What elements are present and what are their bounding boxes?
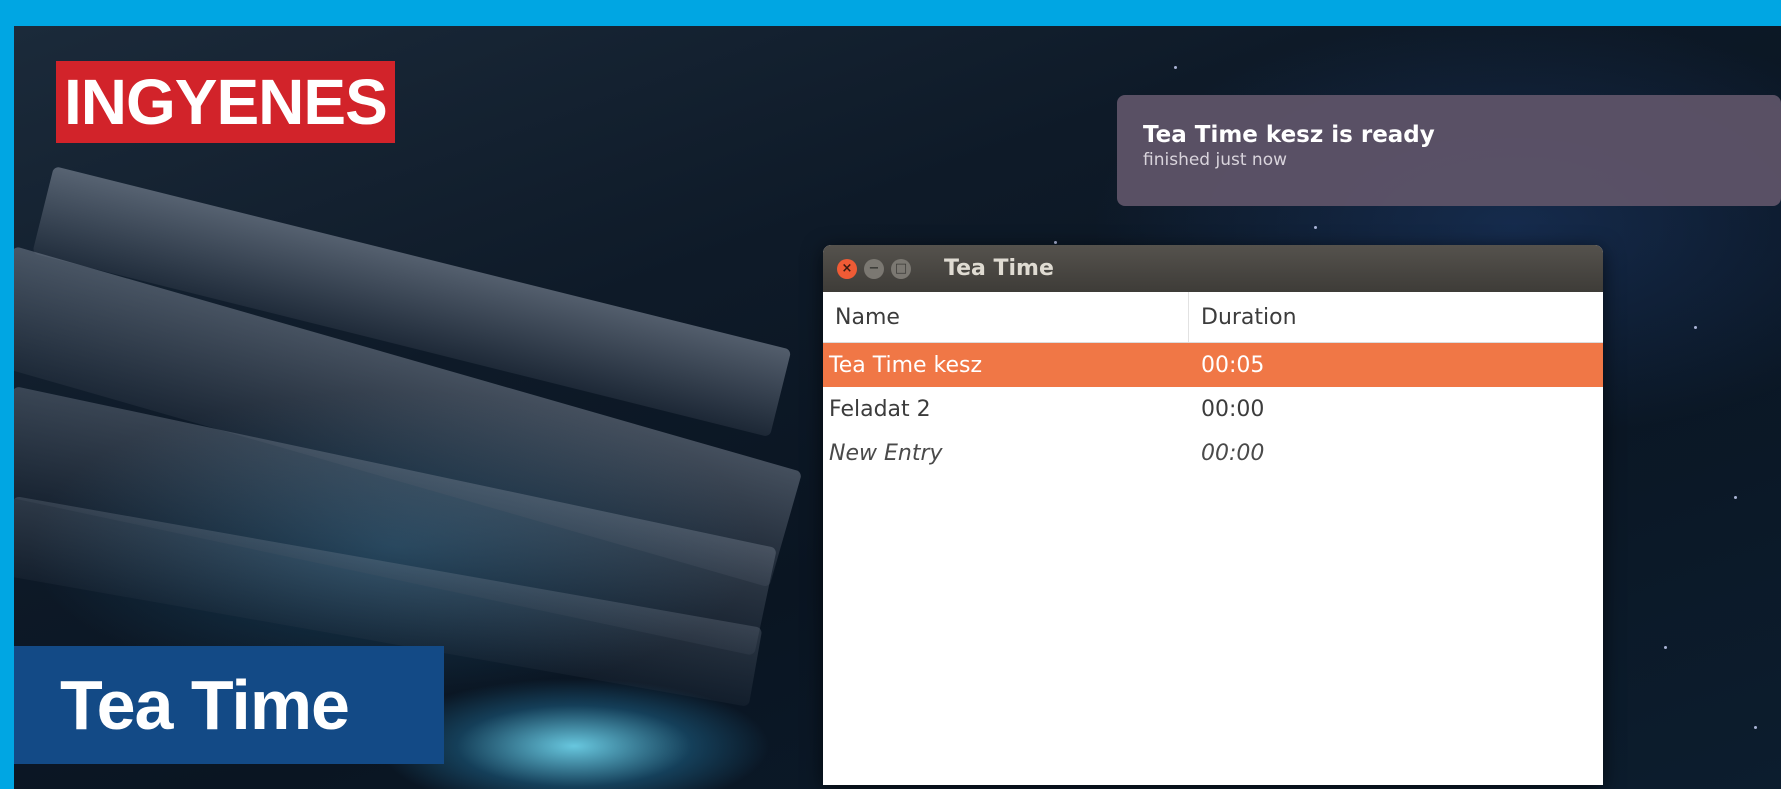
window-title: Tea Time: [944, 256, 1054, 281]
star: [1664, 646, 1667, 649]
star: [1314, 226, 1317, 229]
row-duration[interactable]: 00:05: [1189, 353, 1264, 378]
star: [1754, 726, 1757, 729]
table-row-new-entry[interactable]: New Entry 00:00: [823, 431, 1603, 475]
close-icon[interactable]: ×: [837, 258, 857, 279]
window-titlebar[interactable]: × − □ Tea Time: [823, 245, 1603, 292]
star: [1054, 241, 1057, 244]
row-name[interactable]: New Entry: [823, 441, 1189, 466]
row-name[interactable]: Feladat 2: [823, 397, 1189, 422]
table-row[interactable]: Tea Time kesz 00:05: [823, 343, 1603, 387]
free-badge: INGYENES: [56, 61, 395, 143]
maximize-icon[interactable]: □: [891, 258, 911, 279]
notification-body: finished just now: [1143, 150, 1287, 170]
table-header: Name Duration: [823, 292, 1603, 343]
notification-title: Tea Time kesz is ready: [1143, 122, 1435, 148]
star: [1694, 326, 1697, 329]
star: [1734, 496, 1737, 499]
minimize-icon[interactable]: −: [864, 258, 884, 279]
tea-time-window: × − □ Tea Time Name Duration Tea Time ke…: [823, 245, 1603, 785]
notification-bubble: Tea Time kesz is ready finished just now: [1117, 95, 1781, 206]
row-duration[interactable]: 00:00: [1189, 441, 1264, 466]
row-name[interactable]: Tea Time kesz: [823, 353, 1189, 378]
table-row[interactable]: Feladat 2 00:00: [823, 387, 1603, 431]
article-title-banner: Tea Time: [14, 646, 444, 764]
column-header-name[interactable]: Name: [823, 292, 1189, 342]
star: [1174, 66, 1177, 69]
row-duration[interactable]: 00:00: [1189, 397, 1264, 422]
column-header-duration[interactable]: Duration: [1189, 305, 1297, 330]
